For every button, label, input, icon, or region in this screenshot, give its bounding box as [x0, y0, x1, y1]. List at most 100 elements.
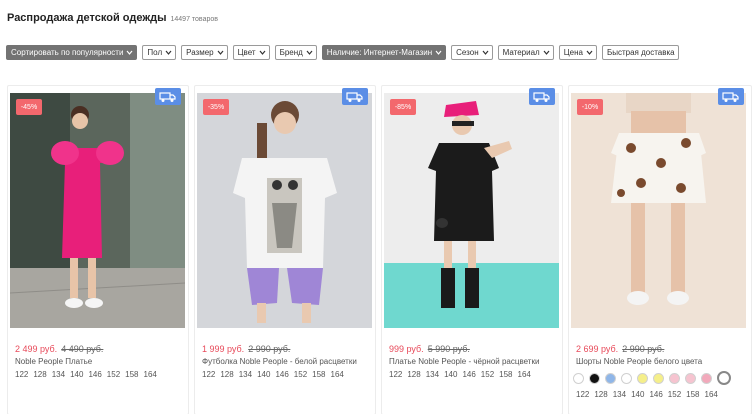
old-price: 2 990 руб. [248, 344, 291, 354]
filter-gender[interactable]: Пол [142, 45, 177, 60]
chevron-down-icon [165, 49, 172, 56]
chevron-down-icon [126, 49, 133, 56]
size-option[interactable]: 158 [499, 370, 512, 379]
size-option[interactable]: 164 [705, 390, 718, 399]
price-row: 2 699 руб. 2 990 руб. [576, 344, 664, 354]
color-swatch[interactable] [685, 372, 696, 384]
filter-material-label: Материал [502, 48, 540, 57]
size-option[interactable]: 152 [294, 370, 307, 379]
product-name[interactable]: Шорты Noble People белого цвета [576, 357, 702, 366]
filter-color[interactable]: Цвет [232, 45, 270, 60]
product-photo[interactable]: -35% [197, 93, 372, 328]
size-option[interactable]: 146 [649, 390, 662, 399]
delivery-truck-icon [718, 88, 744, 105]
price-row: 999 руб. 5 990 руб. [389, 344, 470, 354]
price-row: 1 999 руб. 2 990 руб. [202, 344, 290, 354]
filter-brand-label: Бренд [279, 48, 303, 57]
color-swatch[interactable] [637, 372, 648, 384]
size-option[interactable]: 164 [331, 370, 344, 379]
size-option[interactable]: 134 [239, 370, 252, 379]
filter-price-label: Цена [563, 48, 583, 57]
size-option[interactable]: 158 [686, 390, 699, 399]
size-option[interactable]: 146 [88, 370, 101, 379]
current-price: 1 999 руб. [202, 344, 245, 354]
size-option[interactable]: 134 [613, 390, 626, 399]
filter-brand[interactable]: Бренд [274, 45, 317, 60]
size-option[interactable]: 128 [594, 390, 607, 399]
old-price: 5 990 руб. [427, 344, 470, 354]
product-photo[interactable]: -45% [10, 93, 185, 328]
chevron-down-icon [217, 49, 224, 56]
filter-size[interactable]: Размер [181, 45, 228, 60]
chevron-down-icon [259, 49, 266, 56]
filter-availability[interactable]: Наличие: Интернет-Магазин [321, 45, 447, 60]
sort-label: Сортировать по популярности [11, 48, 124, 57]
product-photo[interactable]: -85% [384, 93, 559, 328]
product-card[interactable]: -35% 1 999 руб. 2 990 руб. Футболка Nobl… [194, 85, 376, 414]
page-header: Распродажа детской одежды 14497 товаров [7, 12, 218, 24]
size-option[interactable]: 152 [668, 390, 681, 399]
sort-dropdown[interactable]: Сортировать по популярности [6, 45, 138, 60]
size-option[interactable]: 152 [481, 370, 494, 379]
size-option[interactable]: 158 [312, 370, 325, 379]
product-card[interactable]: -45% 2 499 руб. 4 490 руб. Noble People … [7, 85, 189, 414]
color-swatch[interactable] [605, 372, 616, 384]
size-option[interactable]: 134 [426, 370, 439, 379]
filter-price[interactable]: Цена [558, 45, 597, 60]
discount-badge: -85% [390, 99, 416, 115]
old-price: 4 490 руб. [61, 344, 104, 354]
size-list: 122 128 134 140 146 152 158 164 [202, 370, 344, 379]
size-option[interactable]: 140 [444, 370, 457, 379]
product-name[interactable]: Noble People Платье [15, 357, 92, 366]
chevron-down-icon [586, 49, 593, 56]
delivery-truck-icon [342, 88, 368, 105]
chevron-down-icon [435, 49, 442, 56]
filter-bar: Сортировать по популярности Пол Размер Ц… [6, 45, 679, 60]
filter-size-label: Размер [186, 48, 214, 57]
size-option[interactable]: 152 [107, 370, 120, 379]
filter-season-label: Сезон [456, 48, 479, 57]
size-option[interactable]: 128 [33, 370, 46, 379]
discount-badge: -10% [577, 99, 603, 115]
size-option[interactable]: 140 [70, 370, 83, 379]
size-option[interactable]: 134 [52, 370, 65, 379]
product-photo[interactable]: -10% [571, 93, 746, 328]
delivery-truck-icon [155, 88, 181, 105]
color-swatches [573, 371, 731, 385]
color-swatch[interactable] [589, 372, 600, 384]
color-swatch[interactable] [621, 372, 632, 384]
size-option[interactable]: 122 [389, 370, 402, 379]
color-swatch[interactable] [573, 372, 584, 384]
filter-fast-delivery[interactable]: Быстрая доставка [601, 45, 679, 60]
filter-season[interactable]: Сезон [451, 45, 493, 60]
item-count: 14497 товаров [170, 16, 218, 23]
size-option[interactable]: 164 [144, 370, 157, 379]
current-price: 2 499 руб. [15, 344, 58, 354]
more-colors-button[interactable] [717, 371, 731, 385]
product-card[interactable]: -85% 999 руб. 5 990 руб. Платье Noble Pe… [381, 85, 563, 414]
color-swatch[interactable] [653, 372, 664, 384]
product-name[interactable]: Футболка Noble People - белой расцветки [202, 357, 357, 366]
size-option[interactable]: 164 [518, 370, 531, 379]
current-price: 2 699 руб. [576, 344, 619, 354]
size-option[interactable]: 158 [125, 370, 138, 379]
filter-color-label: Цвет [237, 48, 256, 57]
discount-badge: -35% [203, 99, 229, 115]
size-option[interactable]: 128 [220, 370, 233, 379]
chevron-down-icon [543, 49, 550, 56]
current-price: 999 руб. [389, 344, 424, 354]
product-name[interactable]: Платье Noble People - чёрной расцветки [389, 357, 539, 366]
size-option[interactable]: 128 [407, 370, 420, 379]
size-option[interactable]: 146 [462, 370, 475, 379]
size-option[interactable]: 140 [631, 390, 644, 399]
size-option[interactable]: 122 [15, 370, 28, 379]
size-option[interactable]: 146 [275, 370, 288, 379]
size-option[interactable]: 122 [576, 390, 589, 399]
filter-material[interactable]: Материал [497, 45, 554, 60]
size-option[interactable]: 140 [257, 370, 270, 379]
product-card[interactable]: -10% 2 699 руб. 2 990 руб. Шорты Noble P… [568, 85, 752, 414]
color-swatch[interactable] [701, 372, 712, 384]
color-swatch[interactable] [669, 372, 680, 384]
size-option[interactable]: 122 [202, 370, 215, 379]
chevron-down-icon [306, 49, 313, 56]
